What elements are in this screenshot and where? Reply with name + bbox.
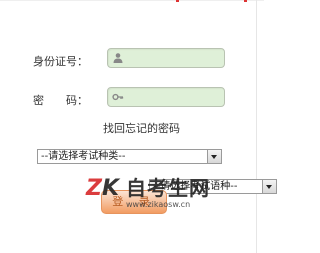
right-border [256, 0, 257, 253]
user-icon [113, 53, 123, 63]
chevron-down-icon[interactable] [207, 150, 221, 163]
watermark-url: www.zikaosw.cn [126, 200, 191, 209]
top-border [0, 0, 264, 1]
exam-type-selected-value: --请选择考试种类-- [41, 151, 126, 162]
id-number-input[interactable] [126, 50, 220, 66]
password-field[interactable] [107, 87, 225, 107]
forgot-password-link[interactable]: 找回忘记的密码 [103, 120, 180, 136]
watermark-logo-k: K [101, 176, 120, 201]
id-number-field[interactable] [107, 48, 225, 68]
exam-type-select[interactable]: --请选择考试种类-- [37, 149, 222, 164]
watermark-logo-z: Z [86, 176, 102, 201]
password-input[interactable] [126, 89, 220, 105]
watermark-title: 自考生网 [126, 176, 210, 200]
password-label: 密 码： [33, 94, 88, 107]
top-decoration-mark [176, 0, 179, 2]
site-watermark: ZK 自考生网 www.zikaosw.cn [86, 176, 246, 214]
key-icon [112, 93, 124, 101]
id-number-label: 身份证号： [33, 55, 88, 68]
watermark-logo: ZK [86, 176, 119, 202]
chevron-down-icon[interactable] [262, 180, 276, 193]
top-decoration-mark [244, 0, 247, 2]
